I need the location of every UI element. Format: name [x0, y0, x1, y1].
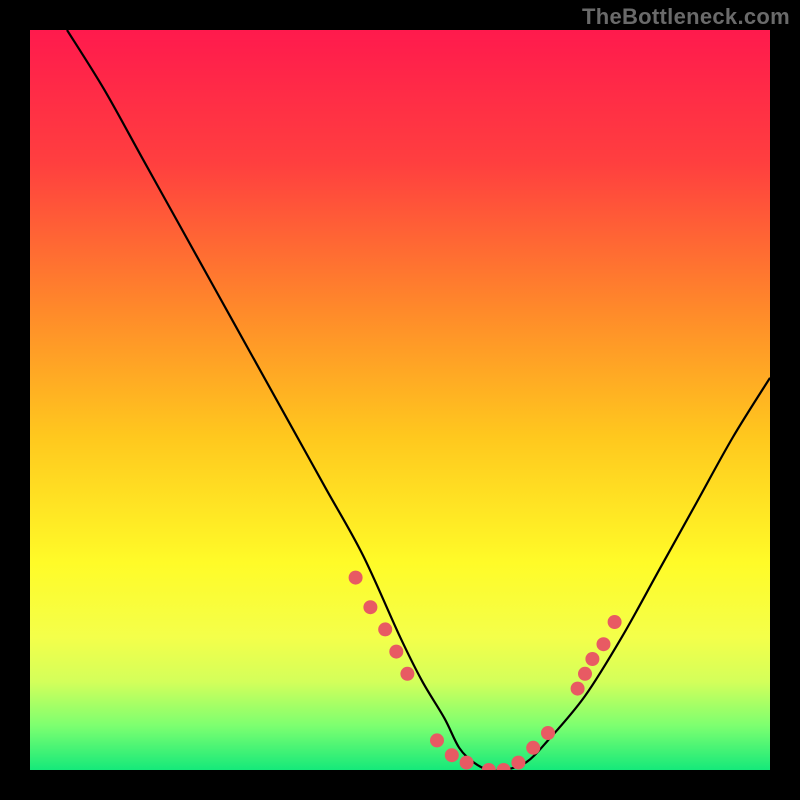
chart-container: TheBottleneck.com [0, 0, 800, 800]
data-marker [400, 667, 414, 681]
data-marker [541, 726, 555, 740]
data-marker [578, 667, 592, 681]
data-marker [597, 637, 611, 651]
data-marker [585, 652, 599, 666]
plot-background [30, 30, 770, 770]
data-marker [608, 615, 622, 629]
data-marker [571, 682, 585, 696]
data-marker [349, 571, 363, 585]
watermark-text: TheBottleneck.com [582, 4, 790, 30]
data-marker [363, 600, 377, 614]
data-marker [497, 763, 511, 777]
data-marker [445, 748, 459, 762]
data-marker [389, 645, 403, 659]
data-marker [511, 756, 525, 770]
data-marker [460, 756, 474, 770]
data-marker [482, 763, 496, 777]
bottleneck-chart [0, 0, 800, 800]
data-marker [378, 622, 392, 636]
data-marker [526, 741, 540, 755]
data-marker [430, 733, 444, 747]
